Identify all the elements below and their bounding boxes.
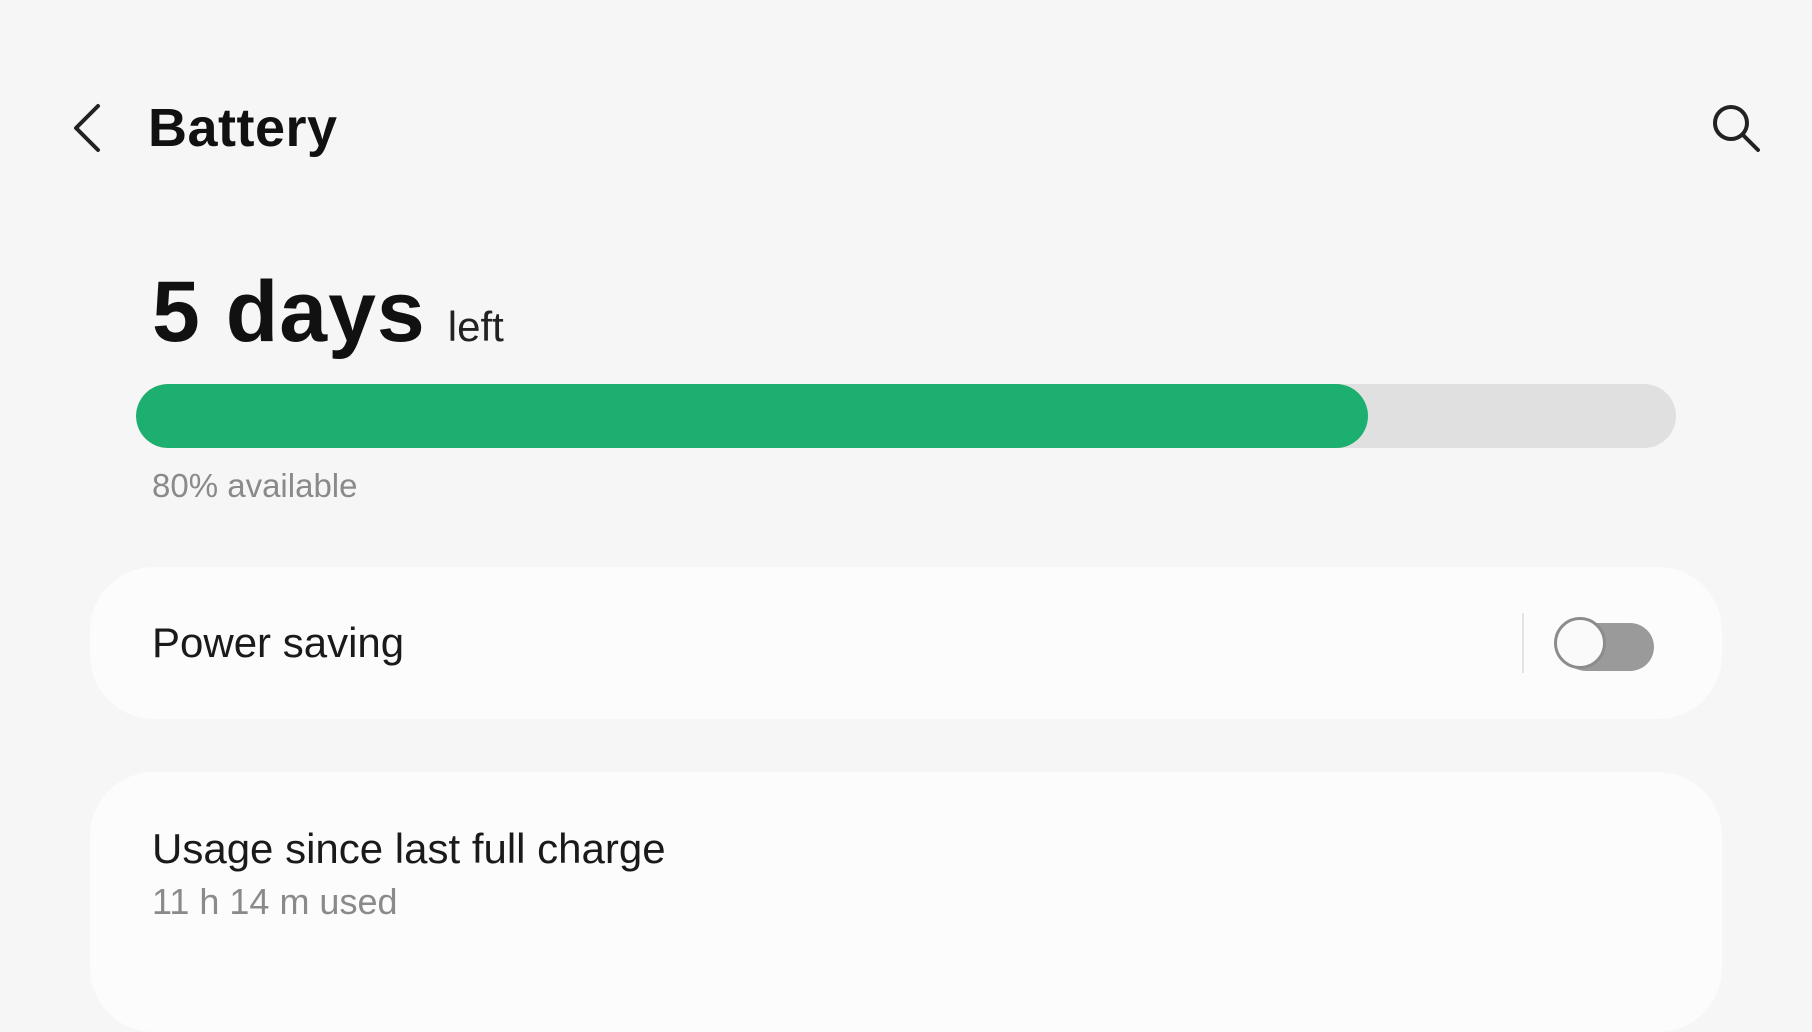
battery-level-fill <box>136 384 1368 448</box>
battery-settings-screen: Battery 5 days left 80% available Power … <box>0 0 1812 1032</box>
power-saving-label: Power saving <box>152 619 405 666</box>
time-remaining-value: 5 days <box>152 264 426 360</box>
time-remaining: 5 days left <box>152 262 504 362</box>
battery-level-bar <box>136 384 1676 448</box>
time-remaining-suffix: left <box>447 303 504 350</box>
back-button[interactable] <box>56 96 120 160</box>
usage-card[interactable]: Usage since last full charge 11 h 14 m u… <box>90 772 1722 1032</box>
usage-label: Usage since last full charge <box>152 825 666 872</box>
app-bar: Battery <box>0 80 1812 176</box>
search-icon <box>1713 105 1760 152</box>
power-saving-card[interactable]: Power saving <box>90 567 1722 719</box>
usage-value: 11 h 14 m used <box>152 881 398 922</box>
power-saving-toggle[interactable] <box>1554 615 1654 671</box>
search-button[interactable] <box>1702 94 1770 162</box>
page-title: Battery <box>148 98 338 158</box>
battery-available-text: 80% available <box>152 467 358 504</box>
chevron-left-icon <box>74 104 100 152</box>
row-divider <box>1522 613 1524 673</box>
toggle-thumb <box>1554 617 1606 669</box>
